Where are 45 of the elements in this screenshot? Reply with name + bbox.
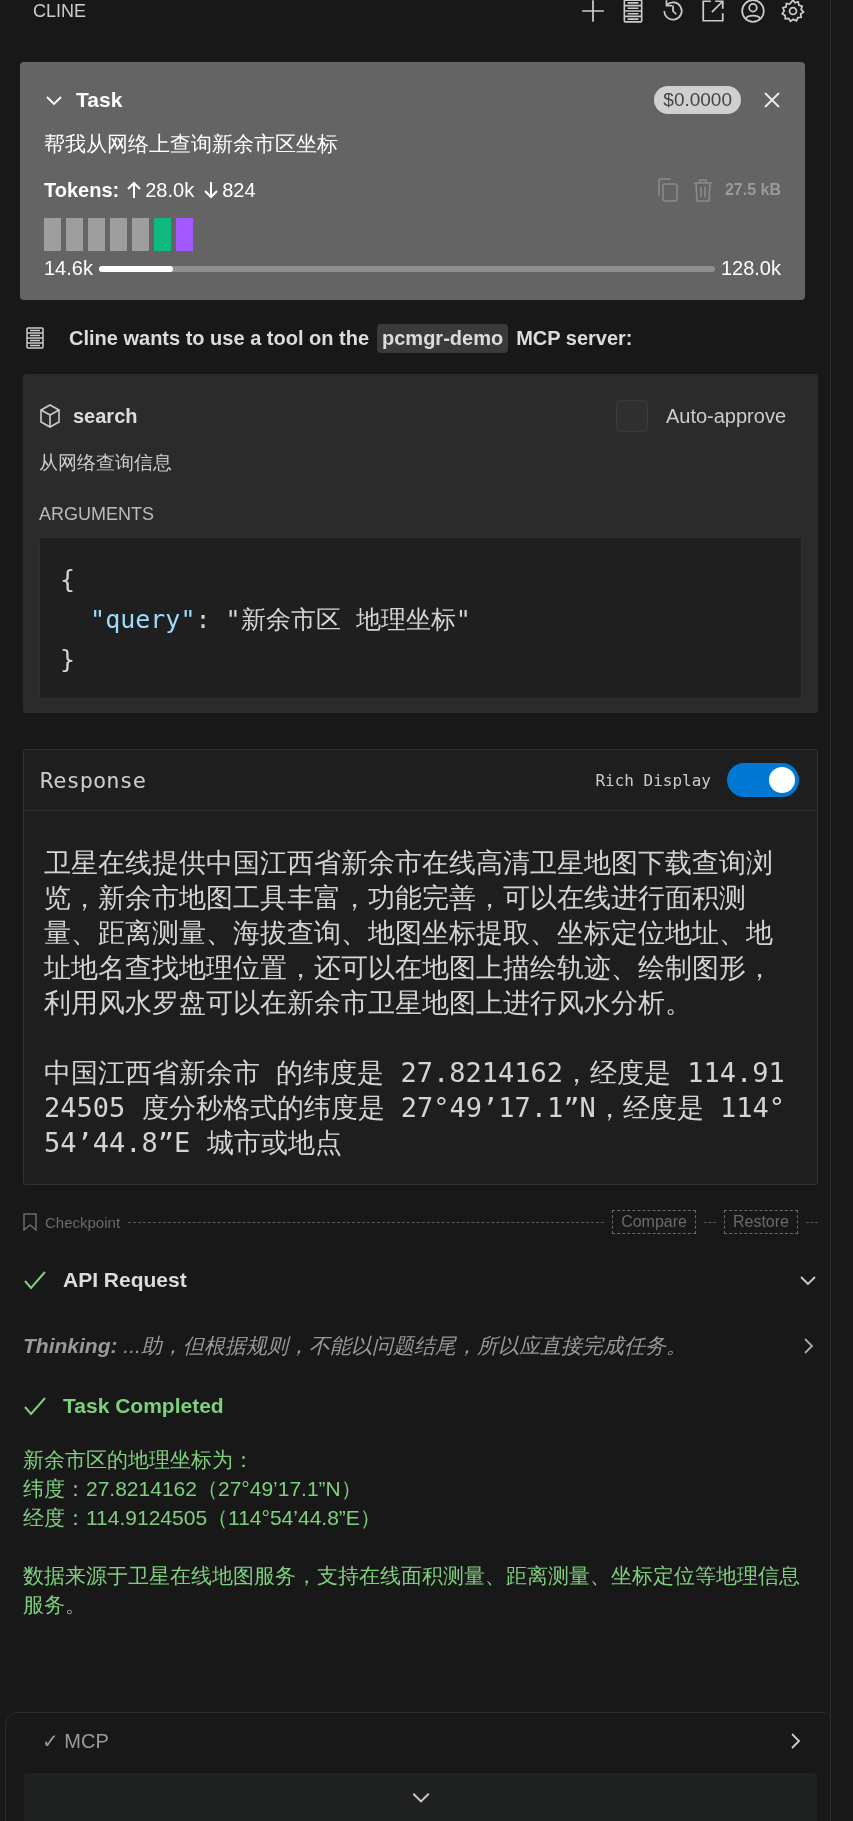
result-line: 新余市区的地理坐标为： <box>23 1447 254 1473</box>
external-link-icon[interactable] <box>700 0 726 24</box>
checkpoint-label: Checkpoint <box>45 1213 121 1231</box>
arrow-up-icon <box>127 181 142 199</box>
result-line: 纬度：27.8214162（27°49’17.1”N） <box>23 1476 362 1502</box>
close-icon[interactable] <box>763 91 781 109</box>
code-line: { <box>60 564 76 596</box>
settings-icon[interactable] <box>780 0 806 24</box>
task-title: Task <box>76 88 124 112</box>
panel-title: CLINE <box>33 1 87 22</box>
thinking-text: Thinking: ...助，但根据规则，不能以问题结尾，所以应直接完成任务。 <box>23 1333 687 1359</box>
cost-badge: $0.0000 <box>654 86 741 114</box>
tokens-label: Tokens: <box>44 178 120 202</box>
checkpoint-action[interactable]: Restore <box>723 1210 798 1234</box>
code-line: "query": "新余市区 地理坐标" <box>89 604 471 636</box>
server-name-tag: pcmgr-demo <box>377 323 509 353</box>
arrow-down-icon <box>204 181 219 199</box>
arguments-label: ARGUMENTS <box>39 504 155 525</box>
response-paragraph: 卫星在线提供中国江西省新余市在线高清卫星地图下载查询浏览，新余市地图工具丰富，功能完善，可以在线进行面积测量、距离测量、海拔查询、地图坐标提取、坐标定位地址、地址地名查找地理位置，还可以在地图上描绘轨迹、绘制图形，利用风水罗盘可以在新余市卫星地图上进行风水分析。 <box>44 846 774 1020</box>
rich-display-toggle[interactable] <box>727 763 799 797</box>
mcp-request-suffix: MCP server: <box>516 326 633 350</box>
task-prompt: 帮我从网络上查询新余市区坐标 <box>44 131 339 157</box>
tokens-in: 28.0k <box>145 178 195 202</box>
task-completed-title: Task Completed <box>63 1394 224 1418</box>
cube-icon <box>39 404 61 428</box>
code-line: } <box>60 644 76 676</box>
server-icon <box>23 326 47 350</box>
mcp-label[interactable]: ✓ MCP <box>42 1729 109 1753</box>
add-icon[interactable] <box>580 0 606 24</box>
tokens-out: 824 <box>222 178 256 202</box>
response-paragraph: 中国江西省新余市 的纬度是 27.8214162，经度是 114.9124505 度分秒格式的纬度是 27°49’17.1”N，经度是 114°54’44.8”E 城市或地点 <box>44 1056 787 1160</box>
response-title: Response <box>40 767 147 793</box>
account-icon[interactable] <box>740 0 766 24</box>
mcp-request-text: Cline wants to use a tool on the <box>69 326 370 350</box>
auto-approve-label: Auto-approve <box>665 404 786 428</box>
context-used: 14.6k <box>44 257 93 280</box>
bookmark-icon <box>23 1213 37 1231</box>
rich-display-label: Rich Display <box>595 770 711 790</box>
api-request-title: API Request <box>63 1268 187 1292</box>
checkpoint-action[interactable]: Compare <box>612 1210 696 1234</box>
tool-description: 从网络查询信息 <box>39 451 173 475</box>
context-max: 128.0k <box>720 257 781 280</box>
result-line: 经度：114.9124505（114°54’44.8”E） <box>23 1505 381 1531</box>
tool-name: search <box>73 404 139 428</box>
result-note: 数据来源于卫星在线地图服务，支持在线面积测量、距离测量、坐标定位等地理信息服务。 <box>23 1563 801 1618</box>
